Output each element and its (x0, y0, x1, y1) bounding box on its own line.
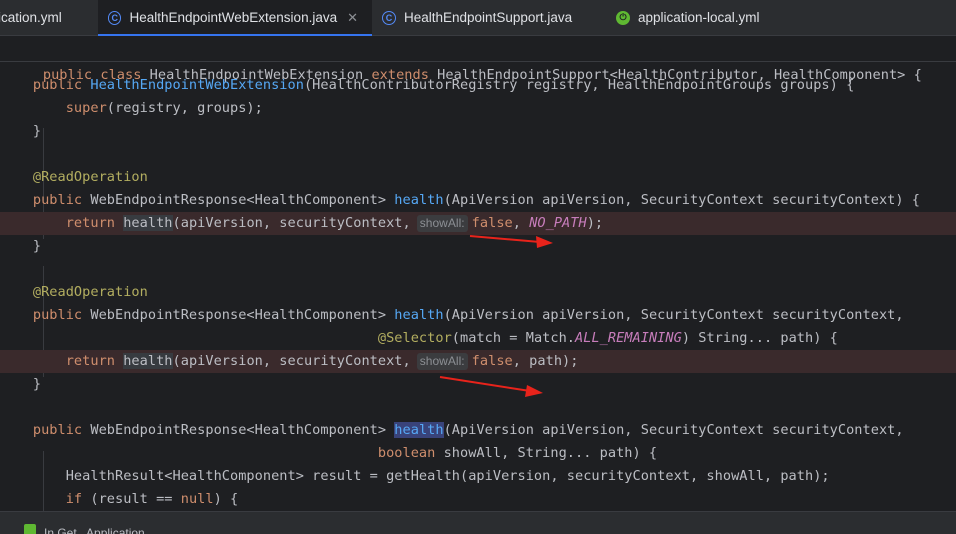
tab-application-yml[interactable]: ication.yml (0, 0, 98, 35)
spring-app-icon (24, 524, 36, 534)
tab-label: HealthEndpointSupport.java (404, 10, 573, 25)
tab-label: application-local.yml (638, 10, 760, 25)
spring-config-icon: ⏻ (616, 10, 630, 25)
bottom-tool-strip: In Get.. Application ... (0, 511, 956, 534)
tab-health-endpoint-support[interactable]: C HealthEndpointSupport.java (372, 0, 606, 35)
tab-label: ication.yml (0, 10, 62, 25)
tab-label: HealthEndpointWebExtension.java (129, 10, 338, 25)
red-arrow-1 (469, 235, 553, 248)
code-editor[interactable]: public class HealthEndpointWebExtension … (0, 36, 956, 511)
tab-health-endpoint-web-extension[interactable]: C HealthEndpointWebExtension.java ✕ (98, 0, 372, 36)
java-class-icon: C (382, 10, 396, 25)
tab-application-local-yml[interactable]: ⏻ application-local.yml (606, 0, 806, 35)
editor-tab-bar: ication.yml C HealthEndpointWebExtension… (0, 0, 956, 36)
red-arrow-2 (439, 376, 543, 397)
java-class-icon: C (108, 10, 122, 25)
annotation-arrows (439, 235, 553, 397)
close-icon[interactable]: ✕ (347, 10, 358, 26)
status-text: In Get.. Application ... (44, 526, 159, 534)
